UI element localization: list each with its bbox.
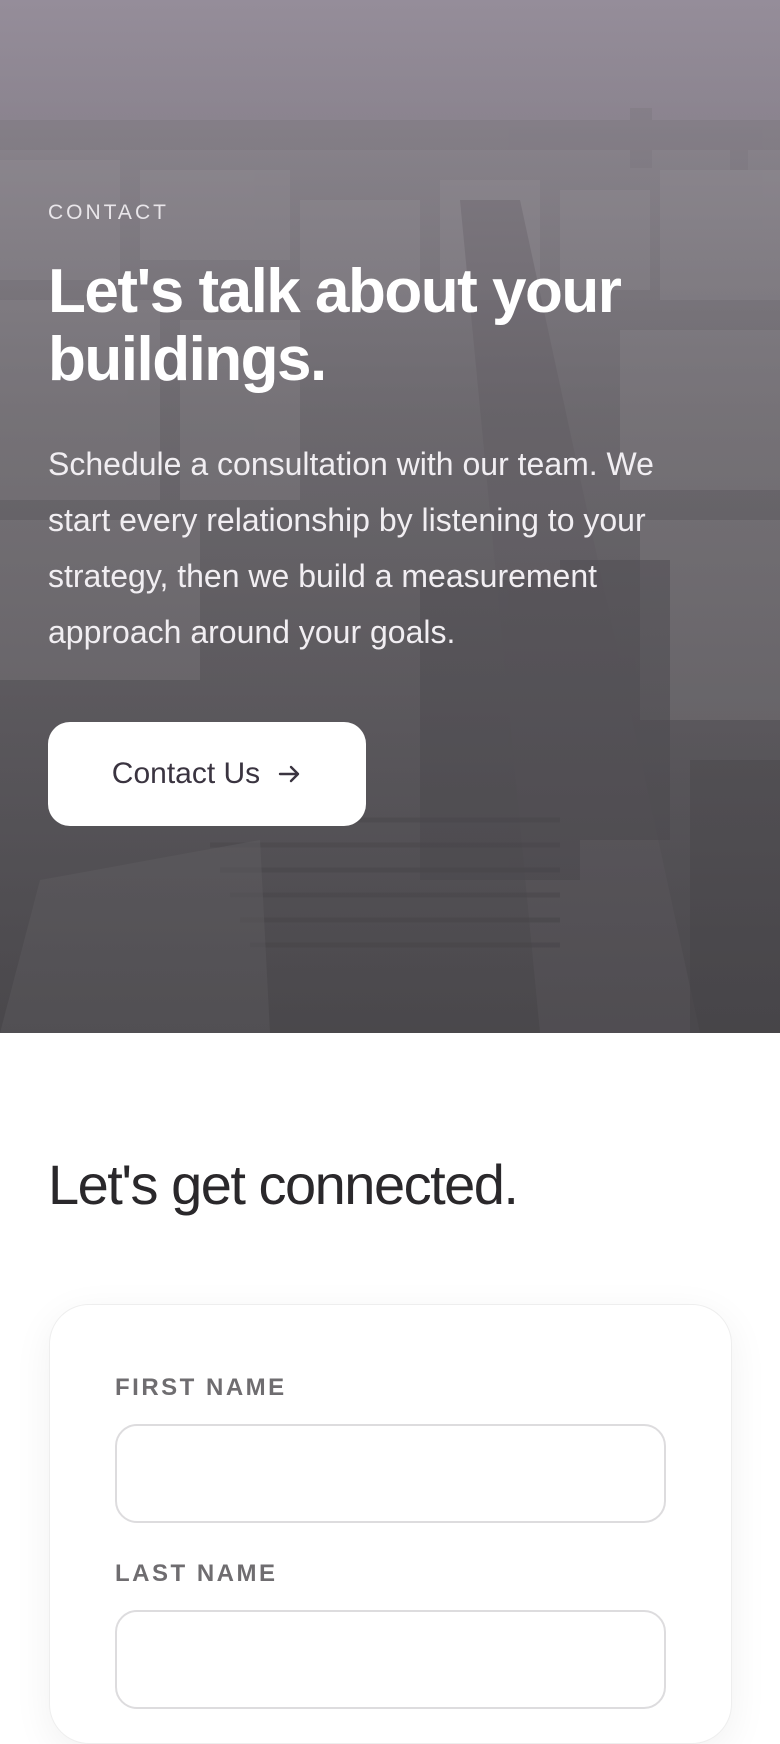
hero-title: Let's talk about your buildings. xyxy=(48,257,622,394)
hero-description: Schedule a consultation with our team. W… xyxy=(48,446,654,650)
hero-section: CONTACT Let's talk about your buildings.… xyxy=(0,0,780,1033)
first-name-label: FIRST NAME xyxy=(115,1374,287,1401)
arrow-right-icon xyxy=(278,765,300,783)
contact-form-card: FIRST NAME LAST NAME xyxy=(49,1304,732,1744)
first-name-input[interactable] xyxy=(115,1424,666,1523)
section-eyebrow: CONTACT xyxy=(48,201,169,224)
contact-us-button[interactable]: Contact Us xyxy=(48,722,366,826)
connect-heading: Let's get connected. xyxy=(48,1153,519,1216)
contact-us-label: Contact Us xyxy=(111,757,261,790)
last-name-input[interactable] xyxy=(115,1610,666,1709)
last-name-label: LAST NAME xyxy=(115,1560,278,1587)
